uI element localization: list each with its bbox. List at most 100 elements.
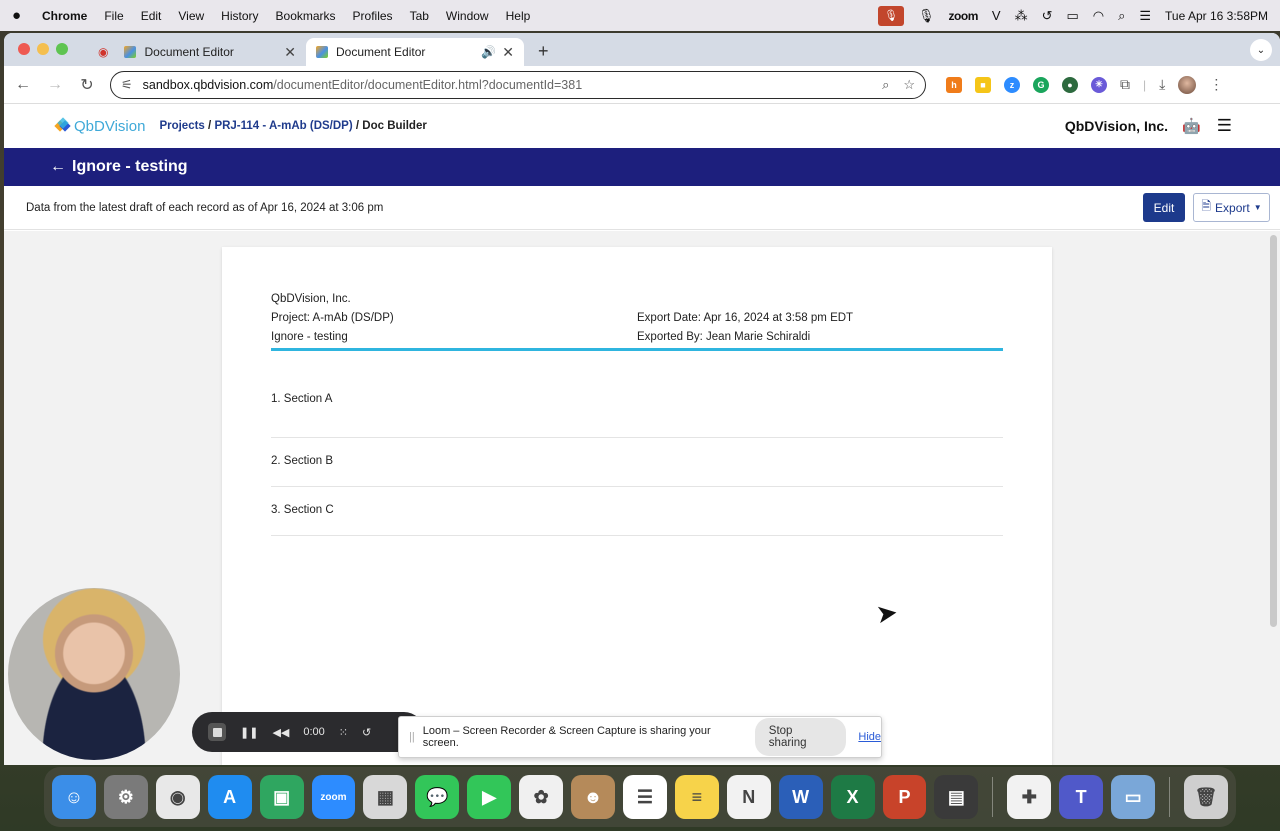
minimize-window-button[interactable]: [37, 43, 49, 55]
dock-chrome-icon[interactable]: ◉: [155, 775, 200, 819]
menu-help[interactable]: Help: [506, 9, 531, 23]
battery-icon[interactable]: ▭: [1066, 8, 1078, 24]
news-glyph: N: [742, 786, 756, 807]
pause-icon[interactable]: ❚❚: [240, 726, 258, 739]
url-host: sandbox.qbdvision.com: [142, 77, 274, 92]
forward-arrow-icon[interactable]: →: [46, 76, 64, 94]
dock-calculator-icon[interactable]: ▤: [934, 775, 979, 819]
tab-document-editor-2[interactable]: Document Editor 🔊 ✕: [306, 38, 524, 66]
zoom-extension-icon[interactable]: z: [1004, 76, 1020, 93]
breadcrumb-project[interactable]: PRJ-114 - A-mAb (DS/DP): [214, 120, 352, 132]
dock-system-settings-icon[interactable]: ⚙: [103, 775, 148, 819]
zoom-magnifier-icon[interactable]: ⌕: [882, 77, 889, 93]
audio-playing-icon[interactable]: 🔊: [481, 45, 496, 59]
status-app-icon[interactable]: ⁂: [1015, 8, 1028, 24]
tab-document-editor-1[interactable]: ◉ Document Editor ✕: [88, 38, 306, 66]
wifi-icon[interactable]: ◠: [1093, 8, 1104, 24]
extension-icon[interactable]: ●: [1062, 76, 1078, 93]
dock-photos-icon[interactable]: ✿: [519, 775, 564, 819]
stop-sharing-button[interactable]: Stop sharing: [754, 718, 847, 756]
chrome-menu-icon[interactable]: ⋮: [1209, 76, 1223, 93]
vectorworks-icon[interactable]: V: [992, 8, 1001, 23]
dock-reminders-icon[interactable]: ☰: [622, 775, 667, 819]
menu-tab[interactable]: Tab: [410, 9, 429, 23]
close-tab-icon[interactable]: ✕: [502, 44, 514, 61]
back-arrow-icon[interactable]: ←: [50, 158, 66, 176]
hide-link[interactable]: Hide: [858, 731, 881, 743]
app-header: QbDVision Projects / PRJ-114 - A-mAb (DS…: [4, 104, 1280, 148]
extension-icon[interactable]: h: [946, 76, 962, 93]
dock-word-icon[interactable]: W: [778, 775, 823, 819]
dock-trash-icon[interactable]: 🗑: [1184, 775, 1228, 819]
grid-icon[interactable]: ⁙: [339, 726, 348, 739]
menu-history[interactable]: History: [221, 9, 258, 23]
menu-profiles[interactable]: Profiles: [353, 9, 393, 23]
document-canvas: QbDVision, Inc. Project: A-mAb (DS/DP) E…: [4, 231, 1280, 765]
dock-powerpoint-icon[interactable]: P: [882, 775, 927, 819]
dock-preview-icon[interactable]: ▭: [1111, 775, 1156, 819]
downloads-icon[interactable]: ⤓: [1159, 76, 1165, 93]
breadcrumb-projects[interactable]: Projects: [159, 120, 204, 132]
ai-assistant-robot-icon[interactable]: 🤖: [1182, 117, 1201, 135]
hamburger-menu-icon[interactable]: ☰: [1217, 116, 1232, 136]
dock-notes-icon[interactable]: ≡: [674, 775, 719, 819]
qbdvision-logo[interactable]: QbDVision: [54, 117, 145, 135]
dock-zoom-icon[interactable]: zoom: [311, 775, 356, 819]
dock-app-store-icon[interactable]: A: [207, 775, 252, 819]
dock-slack-icon[interactable]: ✚: [1007, 775, 1052, 819]
extension-icon[interactable]: ■: [975, 76, 991, 93]
profile-avatar[interactable]: [1178, 75, 1197, 94]
back-arrow-icon[interactable]: ←: [14, 76, 32, 94]
photos-glyph: ✿: [533, 786, 549, 807]
tab-search-chevron-icon[interactable]: ⌄: [1250, 39, 1272, 61]
dock-teams-icon[interactable]: T: [1059, 775, 1104, 819]
zoom-status-icon[interactable]: zoom: [949, 9, 979, 23]
spotlight-search-icon[interactable]: ⌕: [1118, 8, 1125, 24]
section-item[interactable]: 3. Section C: [271, 487, 1003, 536]
new-tab-button[interactable]: +: [538, 41, 549, 62]
menu-app-name[interactable]: Chrome: [42, 9, 87, 23]
edit-button[interactable]: Edit: [1143, 193, 1185, 222]
address-bar[interactable]: ⚟ sandbox.qbdvision.com/documentEditor/d…: [110, 70, 926, 99]
restart-icon[interactable]: ↺: [362, 726, 371, 739]
section-item[interactable]: 1. Section A: [271, 389, 1003, 438]
menu-edit[interactable]: Edit: [141, 9, 162, 23]
menu-clock[interactable]: Tue Apr 16 3:58PM: [1165, 9, 1268, 23]
site-settings-icon[interactable]: ⚟: [121, 77, 133, 93]
loom-webcam-bubble[interactable]: [8, 588, 180, 760]
menu-view[interactable]: View: [178, 9, 204, 23]
close-tab-icon[interactable]: ✕: [284, 44, 296, 61]
extensions-area: h ■ z G ● ✳ ⧉ | ⤓ ⋮: [946, 75, 1223, 94]
extensions-puzzle-icon[interactable]: ⧉: [1120, 76, 1130, 93]
company-name[interactable]: QbDVision, Inc.: [1065, 118, 1168, 134]
dock-excel-icon[interactable]: X: [830, 775, 875, 819]
dock-launchpad-icon[interactable]: ▦: [363, 775, 408, 819]
dock-finder-icon[interactable]: ☺: [52, 775, 96, 819]
rewind-icon[interactable]: ◀◀: [272, 726, 289, 739]
apple-icon[interactable]: ●: [12, 7, 34, 24]
extension-icon[interactable]: ✳: [1091, 76, 1107, 93]
menu-file[interactable]: File: [104, 9, 123, 23]
microphone-icon[interactable]: 🎙: [918, 8, 935, 24]
dock-news-icon[interactable]: N: [726, 775, 771, 819]
export-dropdown-button[interactable]: 🗎 Export ▼: [1193, 193, 1270, 222]
dock-facetime-icon[interactable]: ▶: [467, 775, 512, 819]
dock-google-meet-icon[interactable]: ▣: [259, 775, 304, 819]
dock-contacts-icon[interactable]: ☻: [571, 775, 615, 819]
stop-recording-button[interactable]: [208, 723, 226, 741]
control-center-icon[interactable]: ☰: [1139, 8, 1151, 24]
menu-window[interactable]: Window: [446, 9, 489, 23]
grammarly-extension-icon[interactable]: G: [1033, 76, 1049, 93]
close-window-button[interactable]: [18, 43, 30, 55]
microphone-recording-icon[interactable]: 🎙: [878, 5, 905, 26]
bookmark-star-icon[interactable]: ☆: [903, 77, 915, 93]
time-machine-icon[interactable]: ↺: [1042, 8, 1053, 24]
scrollbar[interactable]: [1270, 235, 1277, 627]
drag-handle-icon[interactable]: ||: [409, 731, 415, 743]
dock-messages-icon[interactable]: 💬: [415, 775, 460, 819]
reload-icon[interactable]: ↻: [78, 75, 96, 95]
section-item[interactable]: 2. Section B: [271, 438, 1003, 487]
menu-bookmarks[interactable]: Bookmarks: [276, 9, 336, 23]
powerpoint-glyph: P: [898, 786, 911, 807]
maximize-window-button[interactable]: [56, 43, 68, 55]
